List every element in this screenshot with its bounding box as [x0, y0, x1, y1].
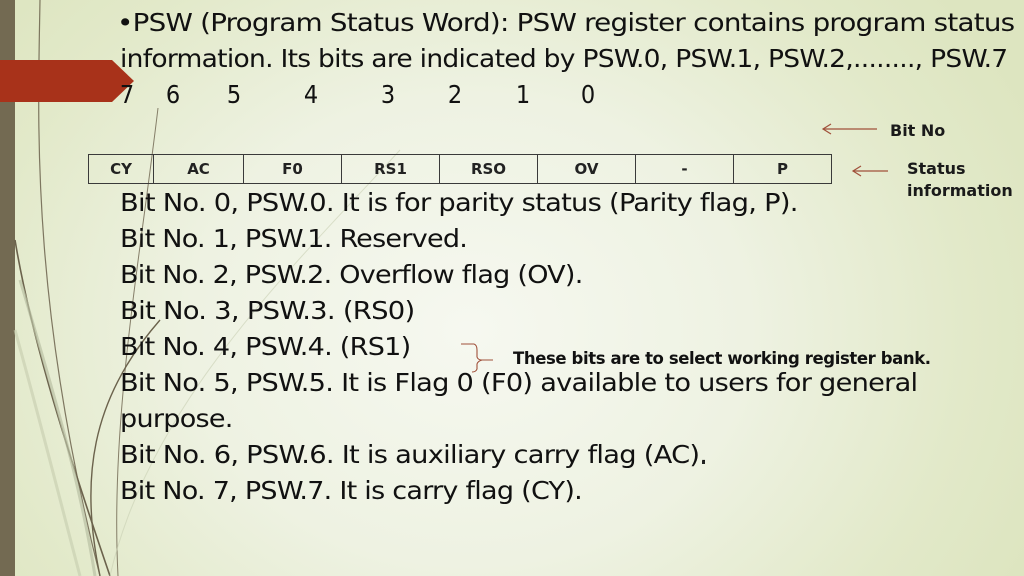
- table-cell-reserved: -: [635, 154, 734, 184]
- table-cell-f0: F0: [243, 154, 342, 184]
- table-cell-p: P: [733, 154, 832, 184]
- register-bank-note: These bits are to select working registe…: [513, 349, 931, 368]
- bit-number: 0: [580, 80, 596, 109]
- bit-number: 4: [303, 80, 319, 109]
- bit-description: Bit No. 3, PSW.3. (RS0): [120, 296, 415, 325]
- bit-number: 2: [447, 80, 463, 109]
- status-information-label-line-1: Status: [907, 159, 966, 178]
- table-row: CY AC F0 RS1 RSO OV - P: [88, 154, 832, 184]
- table-cell-rs1: RS1: [341, 154, 440, 184]
- decorative-curve: [13, 329, 82, 576]
- bit-description: Bit No. 2, PSW.2. Overflow flag (OV).: [120, 260, 583, 289]
- heading-line-2: information. Its bits are indicated by P…: [120, 44, 1008, 73]
- table-cell-ov: OV: [537, 154, 636, 184]
- bit-number: 3: [380, 80, 396, 109]
- bit-description: Bit No. 7, PSW.7. It is carry flag (CY).: [120, 476, 583, 505]
- bit-description: Bit No. 1, PSW.1. Reserved.: [120, 224, 468, 253]
- stray-dot: [702, 461, 705, 464]
- left-arrow-icon: [851, 165, 888, 177]
- table-cell-rs0: RSO: [439, 154, 538, 184]
- status-information-label: Status information: [907, 158, 1013, 202]
- left-arrow-icon: [821, 123, 877, 135]
- decorative-curve: [18, 279, 97, 576]
- table-cell-cy: CY: [88, 154, 154, 184]
- status-information-label-line-2: information: [907, 181, 1013, 200]
- table-cell-ac: AC: [153, 154, 244, 184]
- decorative-curve: [14, 239, 111, 576]
- psw-register-table: CY AC F0 RS1 RSO OV - P: [88, 154, 832, 184]
- bit-number: 7: [119, 80, 135, 109]
- bit-number: 1: [515, 80, 531, 109]
- bit-description: purpose.: [120, 404, 233, 433]
- bit-no-label: Bit No: [890, 121, 946, 140]
- bit-description: Bit No. 4, PSW.4. (RS1): [120, 332, 411, 361]
- bit-number: 5: [226, 80, 242, 109]
- bit-description: Bit No. 6, PSW.6. It is auxiliary carry …: [120, 440, 708, 469]
- bit-description: Bit No. 0, PSW.0. It is for parity statu…: [120, 188, 798, 217]
- heading-line-1: •PSW (Program Status Word): PSW register…: [117, 8, 1015, 37]
- bit-description: Bit No. 5, PSW.5. It is Flag 0 (F0) avai…: [120, 368, 918, 397]
- bit-number: 6: [165, 80, 181, 109]
